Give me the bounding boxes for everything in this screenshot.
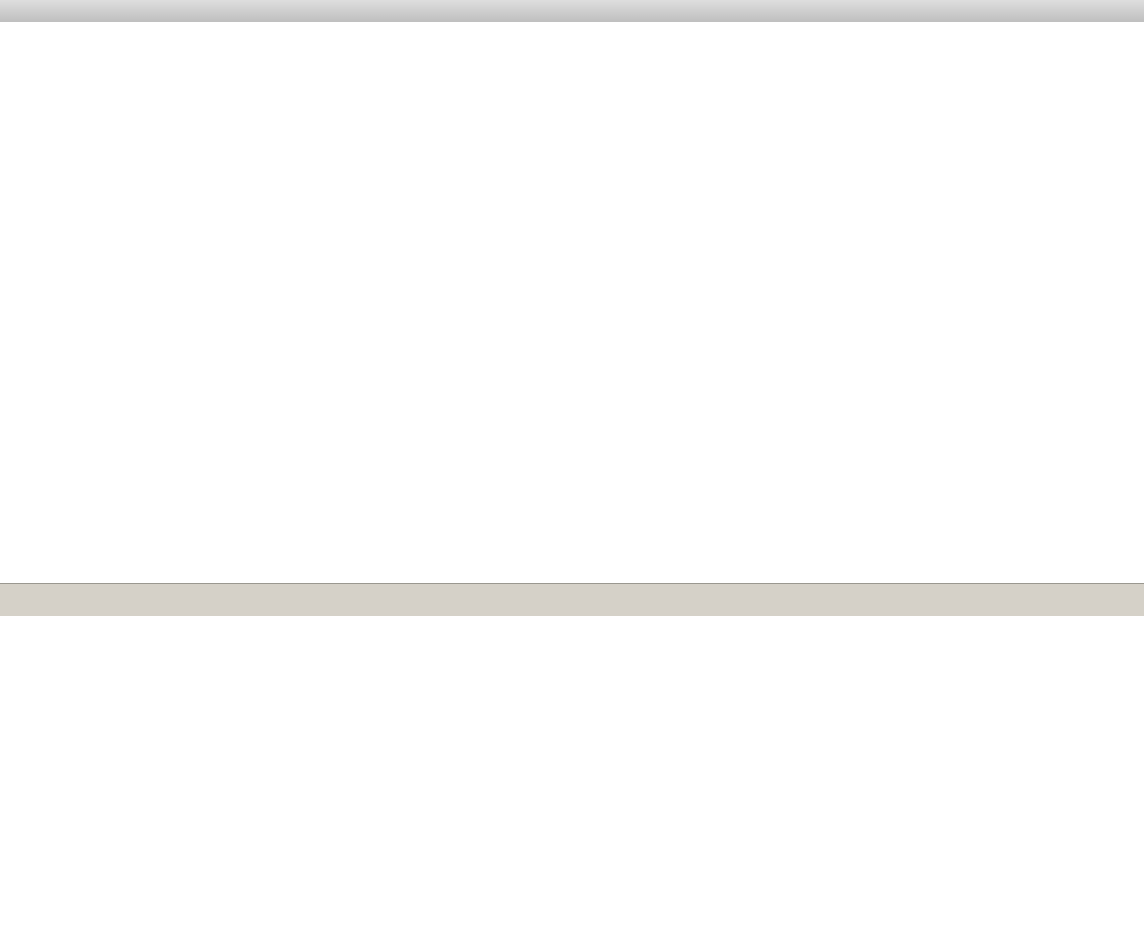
y-axis-title (1112, 170, 1132, 370)
data-table-titlebar (0, 583, 1144, 599)
chart-legend (0, 0, 1144, 22)
data-table-section (0, 583, 1144, 944)
payroll-revisions-chart (0, 22, 1144, 583)
table-header-row (0, 599, 1144, 616)
bloomberg-payroll-revisions-screen: { "legend": { "items": [ {"label": "Payr… (0, 0, 1144, 944)
